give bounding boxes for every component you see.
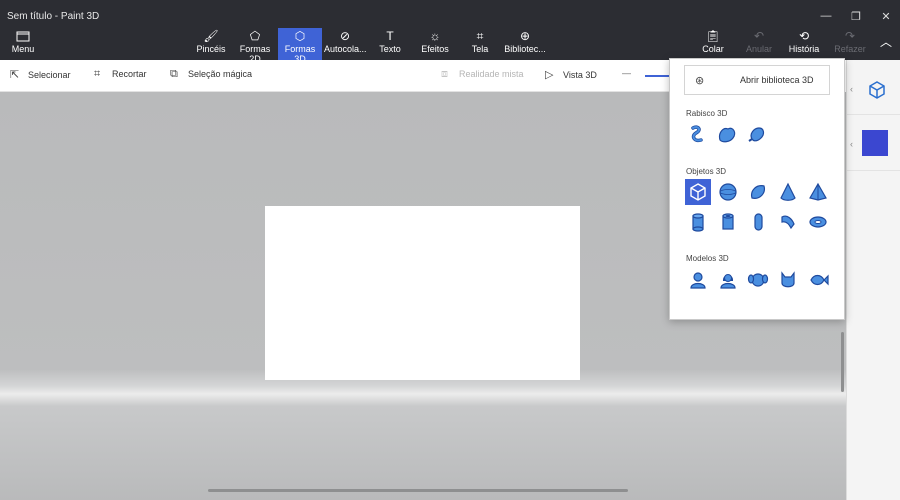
tool-canvas[interactable]: ⌗ Tela — [465, 28, 495, 60]
text-icon: T — [386, 29, 394, 43]
tool-label: Tela — [471, 44, 489, 54]
tool-text[interactable]: T Texto — [374, 28, 406, 60]
view-3d-button[interactable]: ▷ Vista 3D — [545, 68, 597, 81]
side-panel: ‹ ‹ — [846, 60, 900, 500]
tool-effects[interactable]: ☼ Efeitos — [418, 28, 452, 60]
capsule-icon[interactable] — [745, 209, 771, 235]
effects-icon: ☼ — [429, 29, 441, 43]
history-button[interactable]: ⟲ História — [787, 28, 821, 60]
objects-3d-title: Objetos 3D — [686, 167, 727, 176]
man-model-icon[interactable] — [685, 267, 711, 293]
tool-stickers[interactable]: ⊘ Autocola... — [324, 28, 367, 60]
view-3d-label: Vista 3D — [563, 70, 597, 80]
history-icon: ⟲ — [798, 29, 810, 43]
tube-doodle-icon[interactable] — [744, 121, 770, 147]
menu-label: Menu — [11, 44, 35, 54]
tool-library[interactable]: ⊕ Bibliotec... — [503, 28, 547, 60]
cone-icon[interactable] — [775, 179, 801, 205]
doodle-3d-title: Rabisco 3D — [686, 109, 728, 118]
brush-icon: 🖌︎ — [203, 29, 219, 43]
shapes-3d-icon: ⬡ — [294, 29, 306, 43]
tool-shapes-2d[interactable]: ⬠ Formas 2D — [234, 28, 276, 64]
panel-color-section[interactable]: ‹ — [847, 115, 900, 171]
select-label: Selecionar — [28, 70, 71, 80]
chevron-left-icon: ‹ — [850, 84, 853, 94]
tool-label: Refazer — [834, 44, 866, 54]
undo-button[interactable]: ↶ Anular — [743, 28, 775, 60]
tool-shapes-3d[interactable]: ⬡ Formas 3D — [278, 28, 322, 64]
undo-icon: ↶ — [753, 29, 765, 43]
magic-select-button[interactable]: ⧉ Seleção mágica — [170, 68, 252, 81]
shapes-3d-flyout: ⊛ Abrir biblioteca 3D Rabisco 3D Objetos… — [669, 58, 845, 320]
redo-icon: ↷ — [844, 29, 856, 43]
shapes-2d-icon: ⬠ — [249, 29, 261, 43]
open-library-label: Abrir biblioteca 3D — [740, 75, 814, 85]
tool-label: Bibliotec... — [504, 44, 546, 54]
tool-label: História — [788, 44, 820, 54]
chevron-left-icon: ‹ — [850, 139, 853, 149]
fish-model-icon[interactable] — [805, 267, 831, 293]
zoom-slider[interactable] — [645, 75, 670, 77]
sticker-icon: ⊘ — [339, 29, 351, 43]
woman-model-icon[interactable] — [715, 267, 741, 293]
magic-select-label: Seleção mágica — [188, 69, 253, 79]
panel-3d-section[interactable]: ‹ — [847, 60, 900, 115]
tool-label: Efeitos — [421, 44, 449, 54]
hemisphere-icon[interactable] — [745, 179, 771, 205]
crop-icon: ⌗ — [94, 68, 101, 80]
zoom-out-button[interactable]: — — [622, 68, 631, 78]
magic-select-icon: ⧉ — [170, 68, 178, 80]
select-button[interactable]: ⇱ Selecionar — [10, 68, 71, 81]
crop-button[interactable]: ⌗ Recortar — [94, 68, 147, 81]
vertical-scrollbar[interactable] — [841, 332, 844, 392]
donut-icon[interactable] — [805, 209, 831, 235]
tool-label: Autocola... — [324, 44, 367, 54]
tool-label: Colar — [702, 44, 724, 54]
mixed-reality-label: Realidade mista — [459, 69, 524, 79]
sphere-icon[interactable] — [715, 179, 741, 205]
restore-button[interactable]: ❐ — [846, 10, 866, 26]
tool-label: Pincéis — [196, 44, 226, 54]
cat-model-icon[interactable] — [775, 267, 801, 293]
soft-edge-doodle-icon[interactable] — [714, 121, 740, 147]
cube-icon[interactable] — [685, 179, 711, 205]
horizontal-scrollbar[interactable] — [208, 489, 628, 492]
view-3d-icon: ▷ — [545, 69, 554, 81]
tube-icon[interactable] — [715, 209, 741, 235]
folder-icon — [16, 31, 30, 42]
pointer-icon: ⇱ — [10, 69, 20, 81]
open-3d-library-button[interactable]: ⊛ Abrir biblioteca 3D — [684, 65, 830, 95]
models-3d-title: Modelos 3D — [686, 254, 729, 263]
curved-cylinder-icon[interactable] — [775, 209, 801, 235]
library-icon: ⊕ — [519, 29, 531, 43]
minimize-button[interactable]: — — [816, 10, 836, 26]
tool-label: Texto — [379, 44, 401, 54]
sub-toolbar: ⇱ Selecionar ⌗ Recortar ⧉ Seleção mágica ⧈ R… — [0, 60, 670, 92]
paste-button[interactable]: 📋︎ Colar — [700, 28, 726, 60]
sharp-edge-doodle-icon[interactable] — [684, 121, 710, 147]
crop-label: Recortar — [112, 69, 147, 79]
paste-icon: 📋︎ — [705, 29, 721, 43]
chevron-up-icon: ︿ — [879, 35, 892, 49]
menu-button[interactable]: Menu — [8, 30, 38, 54]
tool-brushes[interactable]: 🖌︎ Pincéis — [195, 28, 227, 60]
redo-button[interactable]: ↷ Refazer — [833, 28, 867, 60]
selected-color-swatch[interactable] — [862, 130, 888, 156]
cube-icon — [869, 81, 885, 99]
cylinder-icon[interactable] — [685, 209, 711, 235]
dog-model-icon[interactable] — [745, 267, 771, 293]
library-icon: ⊛ — [695, 75, 705, 87]
canvas-icon: ⌗ — [476, 29, 484, 43]
mixed-reality-button[interactable]: ⧈ Realidade mista — [441, 68, 524, 81]
close-button[interactable]: ✕ — [876, 10, 896, 26]
tool-label: Anular — [745, 44, 772, 54]
pyramid-icon[interactable] — [805, 179, 831, 205]
drawing-canvas[interactable] — [265, 206, 580, 380]
title-bar: Sem título - Paint 3D — ❐ ✕ Menu 🖌︎ Pinc… — [0, 0, 900, 64]
window-title: Sem título - Paint 3D — [7, 11, 100, 22]
mixed-reality-icon: ⧈ — [441, 68, 448, 80]
